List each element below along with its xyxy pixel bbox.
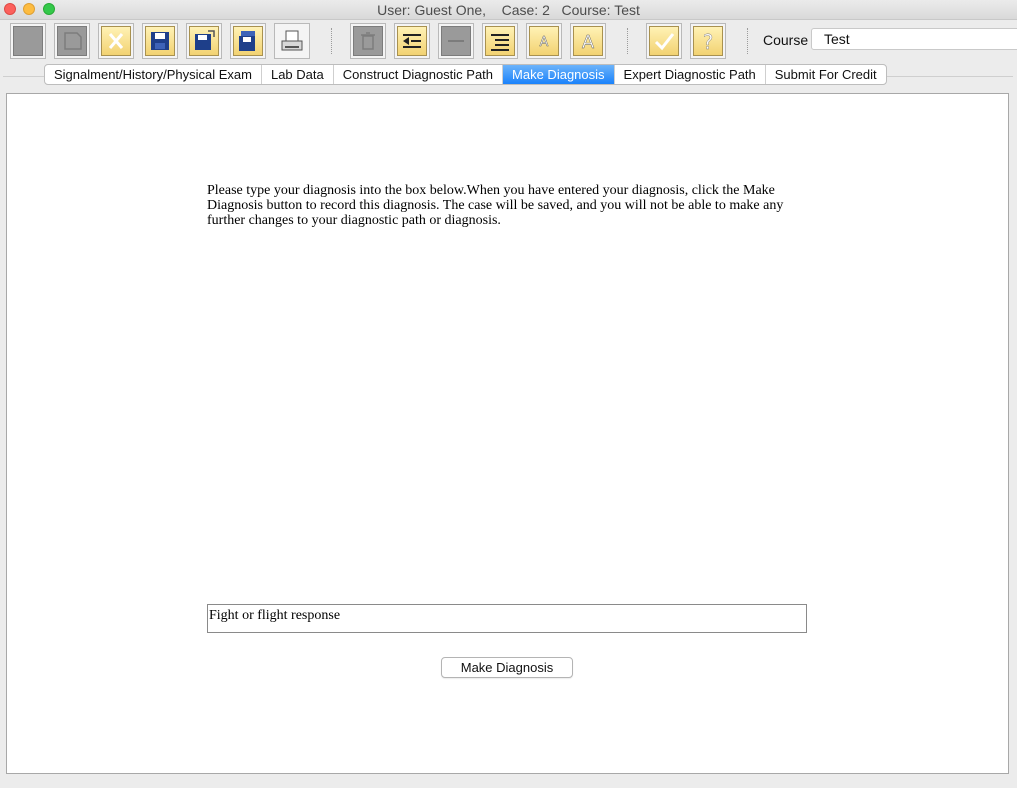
- instructions-text: Please type your diagnosis into the box …: [207, 183, 784, 228]
- print-icon: [277, 26, 307, 56]
- save-all-icon: [233, 26, 263, 56]
- make-diagnosis-panel: Please type your diagnosis into the box …: [6, 93, 1009, 774]
- tab-construct-diagnostic-path[interactable]: Construct Diagnostic Path: [334, 65, 504, 84]
- toolbar-separator: [747, 28, 748, 54]
- list-icon: [485, 26, 515, 56]
- save-icon: [145, 26, 175, 56]
- font-smaller-icon: A: [529, 26, 559, 56]
- font-larger-button[interactable]: A: [570, 23, 606, 59]
- diagnosis-input[interactable]: [207, 604, 807, 633]
- toolbar-separator: [627, 28, 628, 54]
- title-bar: User: Guest One, Case: 2 Course: Test: [0, 0, 1017, 20]
- open-case-button[interactable]: [54, 23, 90, 59]
- folded-page-icon: [57, 26, 87, 56]
- svg-text:A: A: [540, 35, 549, 50]
- font-smaller-button[interactable]: A: [526, 23, 562, 59]
- check-icon: [649, 26, 679, 56]
- remove-icon: [441, 26, 471, 56]
- course-label: Course: [763, 32, 809, 48]
- tab-make-diagnosis[interactable]: Make Diagnosis: [503, 65, 615, 84]
- blank-page-icon: [13, 26, 43, 56]
- save-all-button[interactable]: [230, 23, 266, 59]
- collapse-button[interactable]: [394, 23, 430, 59]
- svg-text:A: A: [582, 32, 595, 53]
- check-button[interactable]: [646, 23, 682, 59]
- new-case-button[interactable]: [10, 23, 46, 59]
- tab-bar: Signalment/History/Physical Exam Lab Dat…: [44, 64, 887, 85]
- help-button[interactable]: ?: [690, 23, 726, 59]
- list-button[interactable]: [482, 23, 518, 59]
- tab-submit-for-credit[interactable]: Submit For Credit: [766, 65, 886, 84]
- course-field[interactable]: [811, 28, 1017, 50]
- font-larger-icon: A: [573, 26, 603, 56]
- tab-lab-data[interactable]: Lab Data: [262, 65, 334, 84]
- svg-text:?: ?: [703, 30, 714, 54]
- make-diagnosis-button[interactable]: Make Diagnosis: [441, 657, 573, 678]
- trash-icon: [353, 26, 383, 56]
- tab-expert-diagnostic-path[interactable]: Expert Diagnostic Path: [615, 65, 766, 84]
- help-icon: ?: [693, 26, 723, 56]
- save-as-icon: [189, 26, 219, 56]
- collapse-icon: [397, 26, 427, 56]
- window-title: User: Guest One, Case: 2 Course: Test: [377, 2, 640, 18]
- remove-button[interactable]: [438, 23, 474, 59]
- save-button[interactable]: [142, 23, 178, 59]
- close-case-icon: [101, 26, 131, 56]
- tab-signalment-history-physical-exam[interactable]: Signalment/History/Physical Exam: [45, 65, 262, 84]
- print-button[interactable]: [274, 23, 310, 59]
- save-as-button[interactable]: [186, 23, 222, 59]
- delete-button[interactable]: [350, 23, 386, 59]
- toolbar: A A ? Course: [0, 20, 1017, 62]
- toolbar-separator: [331, 28, 332, 54]
- close-case-button[interactable]: [98, 23, 134, 59]
